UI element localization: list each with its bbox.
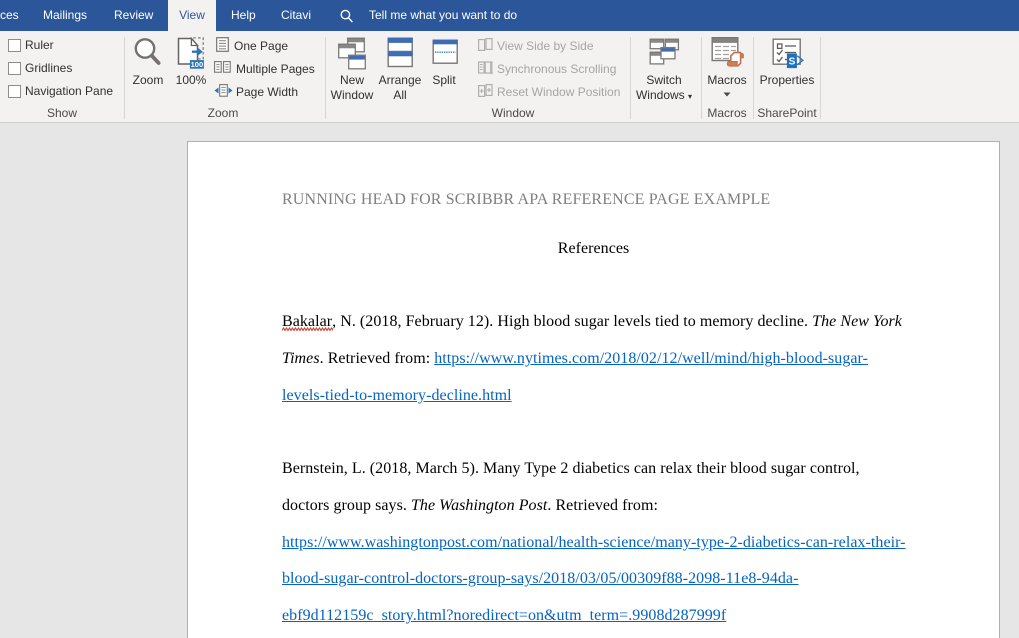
svg-text:100: 100 [191,60,204,69]
svg-text:S: S [789,56,796,67]
